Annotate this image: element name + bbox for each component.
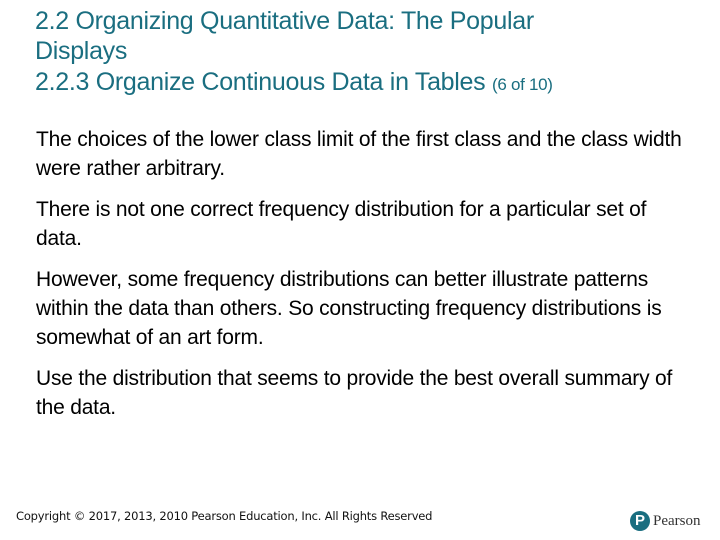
pearson-logo: P Pearson	[630, 511, 701, 531]
slide-title-continuation: Displays	[35, 37, 128, 65]
pearson-logo-text: Pearson	[653, 512, 701, 529]
slide-subtitle-text: 2.2.3 Organize Continuous Data in Tables	[35, 68, 486, 96]
pearson-logo-icon: P	[630, 511, 650, 531]
slide-subtitle: 2.2.3 Organize Continuous Data in Tables…	[35, 67, 695, 100]
body-paragraph: However, some frequency distributions ca…	[36, 268, 662, 349]
body-paragraph: The choices of the lower class limit of …	[36, 128, 682, 180]
slide-body: The choices of the lower class limit of …	[36, 125, 686, 434]
body-paragraph: There is not one correct frequency distr…	[36, 198, 647, 250]
slide-count: (6 of 10)	[492, 75, 553, 94]
copyright-notice: Copyright © 2017, 2013, 2010 Pearson Edu…	[16, 509, 433, 523]
slide-title: 2.2 Organizing Quantitative Data: The Po…	[35, 6, 695, 66]
body-paragraph: Use the distribution that seems to provi…	[36, 367, 673, 419]
slide-header: 2.2 Organizing Quantitative Data: The Po…	[35, 6, 695, 100]
slide-title-text: 2.2 Organizing Quantitative Data: The Po…	[35, 7, 534, 35]
